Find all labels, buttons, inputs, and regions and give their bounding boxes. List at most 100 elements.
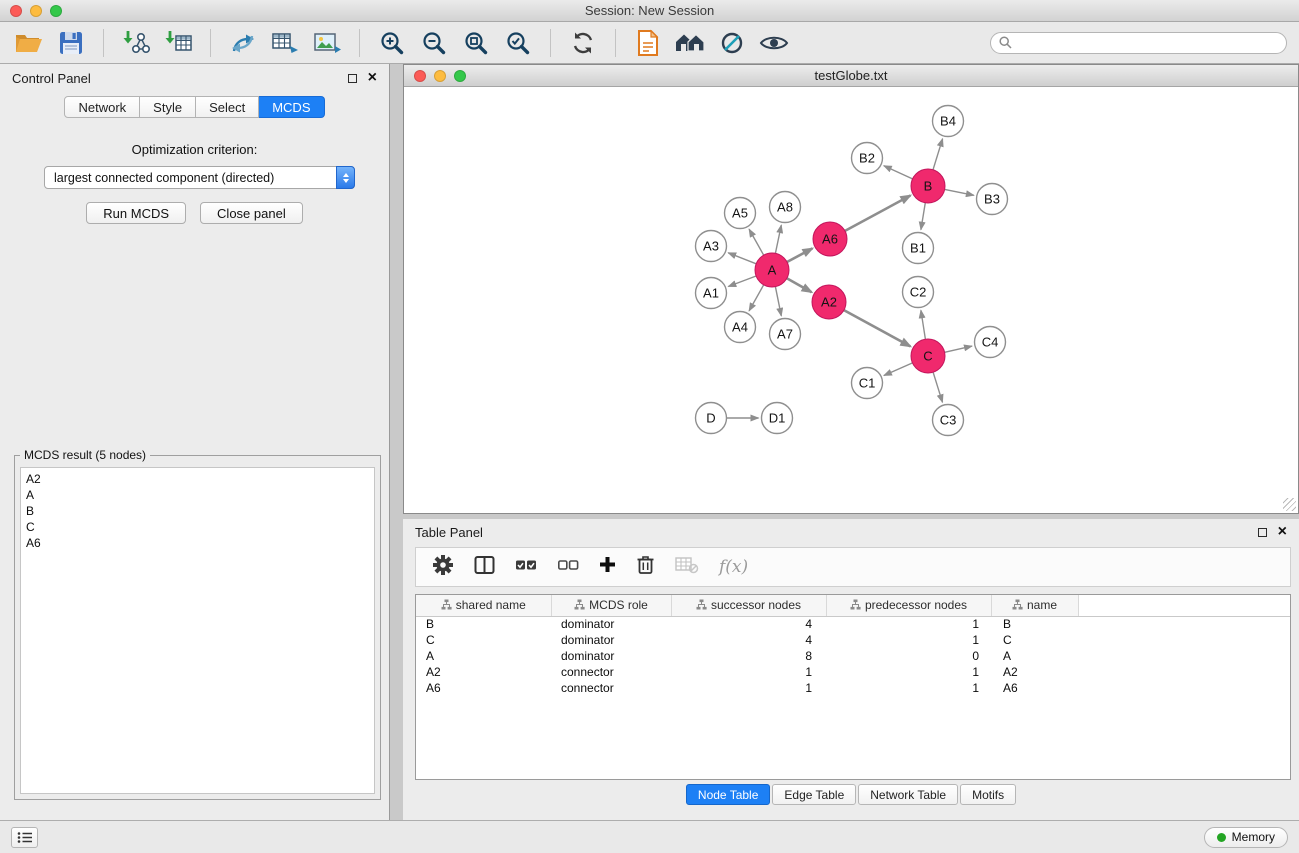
table-row-A[interactable]: Adominator80A — [416, 648, 1290, 664]
graph-edge-A-A8[interactable] — [775, 225, 781, 253]
tab-edge-table[interactable]: Edge Table — [772, 784, 856, 805]
tab-network[interactable]: Network — [64, 96, 140, 118]
tab-node-table[interactable]: Node Table — [686, 784, 771, 805]
zoom-view-icon[interactable] — [454, 70, 466, 82]
graph-node-A4[interactable]: A4 — [725, 312, 756, 343]
graph-edge-B-B4[interactable] — [933, 139, 943, 170]
save-session-button[interactable] — [50, 25, 92, 61]
deselect-all-button[interactable] — [557, 557, 579, 578]
graph-node-A7[interactable]: A7 — [770, 319, 801, 350]
function-builder-button[interactable]: f(x) — [719, 557, 748, 577]
graph-edge-B-B1[interactable] — [921, 203, 925, 230]
network-arrows-button[interactable] — [222, 25, 264, 61]
minimize-window-icon[interactable] — [30, 5, 42, 17]
graph-node-B1[interactable]: B1 — [903, 233, 934, 264]
tab-motifs[interactable]: Motifs — [960, 784, 1016, 805]
graph-edge-A-A4[interactable] — [749, 285, 764, 311]
graph-node-B2[interactable]: B2 — [852, 143, 883, 174]
graph-node-A2[interactable]: A2 — [812, 285, 846, 319]
first-neighbors-button[interactable] — [627, 25, 669, 61]
close-panel-icon[interactable]: × — [368, 73, 377, 83]
tab-network-table[interactable]: Network Table — [858, 784, 958, 805]
zoom-in-button[interactable] — [371, 25, 413, 61]
mcds-result-list[interactable]: A2ABCA6 — [20, 467, 375, 794]
column-header-name[interactable]: name — [991, 595, 1078, 616]
graph-node-D[interactable]: D — [696, 403, 727, 434]
show-hide-button[interactable] — [753, 25, 795, 61]
graph-node-A[interactable]: A — [755, 253, 789, 287]
zoom-fit-button[interactable] — [455, 25, 497, 61]
graph-edge-B-B2[interactable] — [884, 166, 913, 179]
refresh-button[interactable] — [562, 25, 604, 61]
graph-node-C4[interactable]: C4 — [975, 327, 1006, 358]
graph-edge-C-C3[interactable] — [933, 372, 942, 402]
float-table-panel-icon[interactable] — [1258, 528, 1267, 537]
graph-node-A3[interactable]: A3 — [696, 231, 727, 262]
network-graph[interactable]: B4B2BB3A5A8A6B1A3AA1C2A2A4A7C4C1CC3DD1 — [405, 88, 1297, 512]
table-row-B[interactable]: Bdominator41B — [416, 616, 1290, 632]
graph-edge-A-A2[interactable] — [787, 278, 812, 292]
search-box[interactable] — [990, 32, 1287, 54]
graph-node-A5[interactable]: A5 — [725, 198, 756, 229]
tab-style[interactable]: Style — [140, 96, 196, 118]
graph-edge-A-A1[interactable] — [728, 276, 756, 287]
graph-edge-B-B3[interactable] — [945, 189, 974, 195]
mcds-result-item[interactable]: A — [26, 487, 369, 503]
table-row-A6[interactable]: A6connector11A6 — [416, 680, 1290, 696]
home-button[interactable] — [669, 25, 711, 61]
zoom-selected-button[interactable] — [497, 25, 539, 61]
graph-edge-A6-B[interactable] — [845, 196, 910, 231]
graph-edge-A-A6[interactable] — [787, 248, 812, 262]
import-table-button[interactable] — [157, 25, 199, 61]
graph-node-A8[interactable]: A8 — [770, 192, 801, 223]
task-history-button[interactable] — [11, 827, 38, 848]
resize-handle[interactable] — [1283, 498, 1296, 511]
create-column-button[interactable] — [599, 556, 616, 578]
column-header-predecessor-nodes[interactable]: predecessor nodes — [826, 595, 991, 616]
minimize-view-icon[interactable] — [434, 70, 446, 82]
mcds-result-item[interactable]: A2 — [26, 471, 369, 487]
run-mcds-button[interactable]: Run MCDS — [86, 202, 186, 224]
graph-node-C2[interactable]: C2 — [903, 277, 934, 308]
column-header-mcds-role[interactable]: MCDS role — [551, 595, 671, 616]
open-session-button[interactable] — [8, 25, 50, 61]
mcds-result-item[interactable]: C — [26, 519, 369, 535]
graph-edge-A-A5[interactable] — [749, 229, 764, 255]
table-row-A2[interactable]: A2connector11A2 — [416, 664, 1290, 680]
graph-node-A6[interactable]: A6 — [813, 222, 847, 256]
column-header-successor-nodes[interactable]: successor nodes — [671, 595, 826, 616]
select-all-button[interactable] — [515, 557, 537, 578]
close-table-panel-icon[interactable]: × — [1278, 527, 1287, 537]
graph-node-B4[interactable]: B4 — [933, 106, 964, 137]
import-network-button[interactable] — [115, 25, 157, 61]
close-view-icon[interactable] — [414, 70, 426, 82]
delete-column-button[interactable] — [636, 554, 655, 580]
graph-node-B[interactable]: B — [911, 169, 945, 203]
network-canvas[interactable]: B4B2BB3A5A8A6B1A3AA1C2A2A4A7C4C1CC3DD1 — [405, 88, 1297, 512]
graph-node-C3[interactable]: C3 — [933, 405, 964, 436]
mcds-result-item[interactable]: B — [26, 503, 369, 519]
search-input[interactable] — [1017, 36, 1278, 50]
zoom-out-button[interactable] — [413, 25, 455, 61]
close-panel-button[interactable]: Close panel — [200, 202, 303, 224]
tab-select[interactable]: Select — [196, 96, 259, 118]
graph-edge-A-A7[interactable] — [775, 287, 781, 316]
column-header-shared-name[interactable]: shared name — [416, 595, 551, 616]
graph-node-B3[interactable]: B3 — [977, 184, 1008, 215]
show-columns-button[interactable] — [474, 555, 495, 580]
optimization-select[interactable]: largest connected component (directed) — [44, 166, 355, 189]
tab-mcds[interactable]: MCDS — [259, 96, 324, 118]
export-image-button[interactable] — [306, 25, 348, 61]
graph-edge-A2-C[interactable] — [844, 310, 911, 346]
graph-node-A1[interactable]: A1 — [696, 278, 727, 309]
table-settings-button[interactable] — [432, 554, 454, 581]
memory-button[interactable]: Memory — [1204, 827, 1288, 848]
mcds-result-item[interactable]: A6 — [26, 535, 369, 551]
graph-edge-C-C4[interactable] — [945, 346, 972, 352]
close-window-icon[interactable] — [10, 5, 22, 17]
zoom-window-icon[interactable] — [50, 5, 62, 17]
graphics-details-button[interactable] — [711, 25, 753, 61]
graph-node-D1[interactable]: D1 — [762, 403, 793, 434]
graph-edge-A-A3[interactable] — [728, 253, 756, 264]
network-from-table-button[interactable] — [264, 25, 306, 61]
